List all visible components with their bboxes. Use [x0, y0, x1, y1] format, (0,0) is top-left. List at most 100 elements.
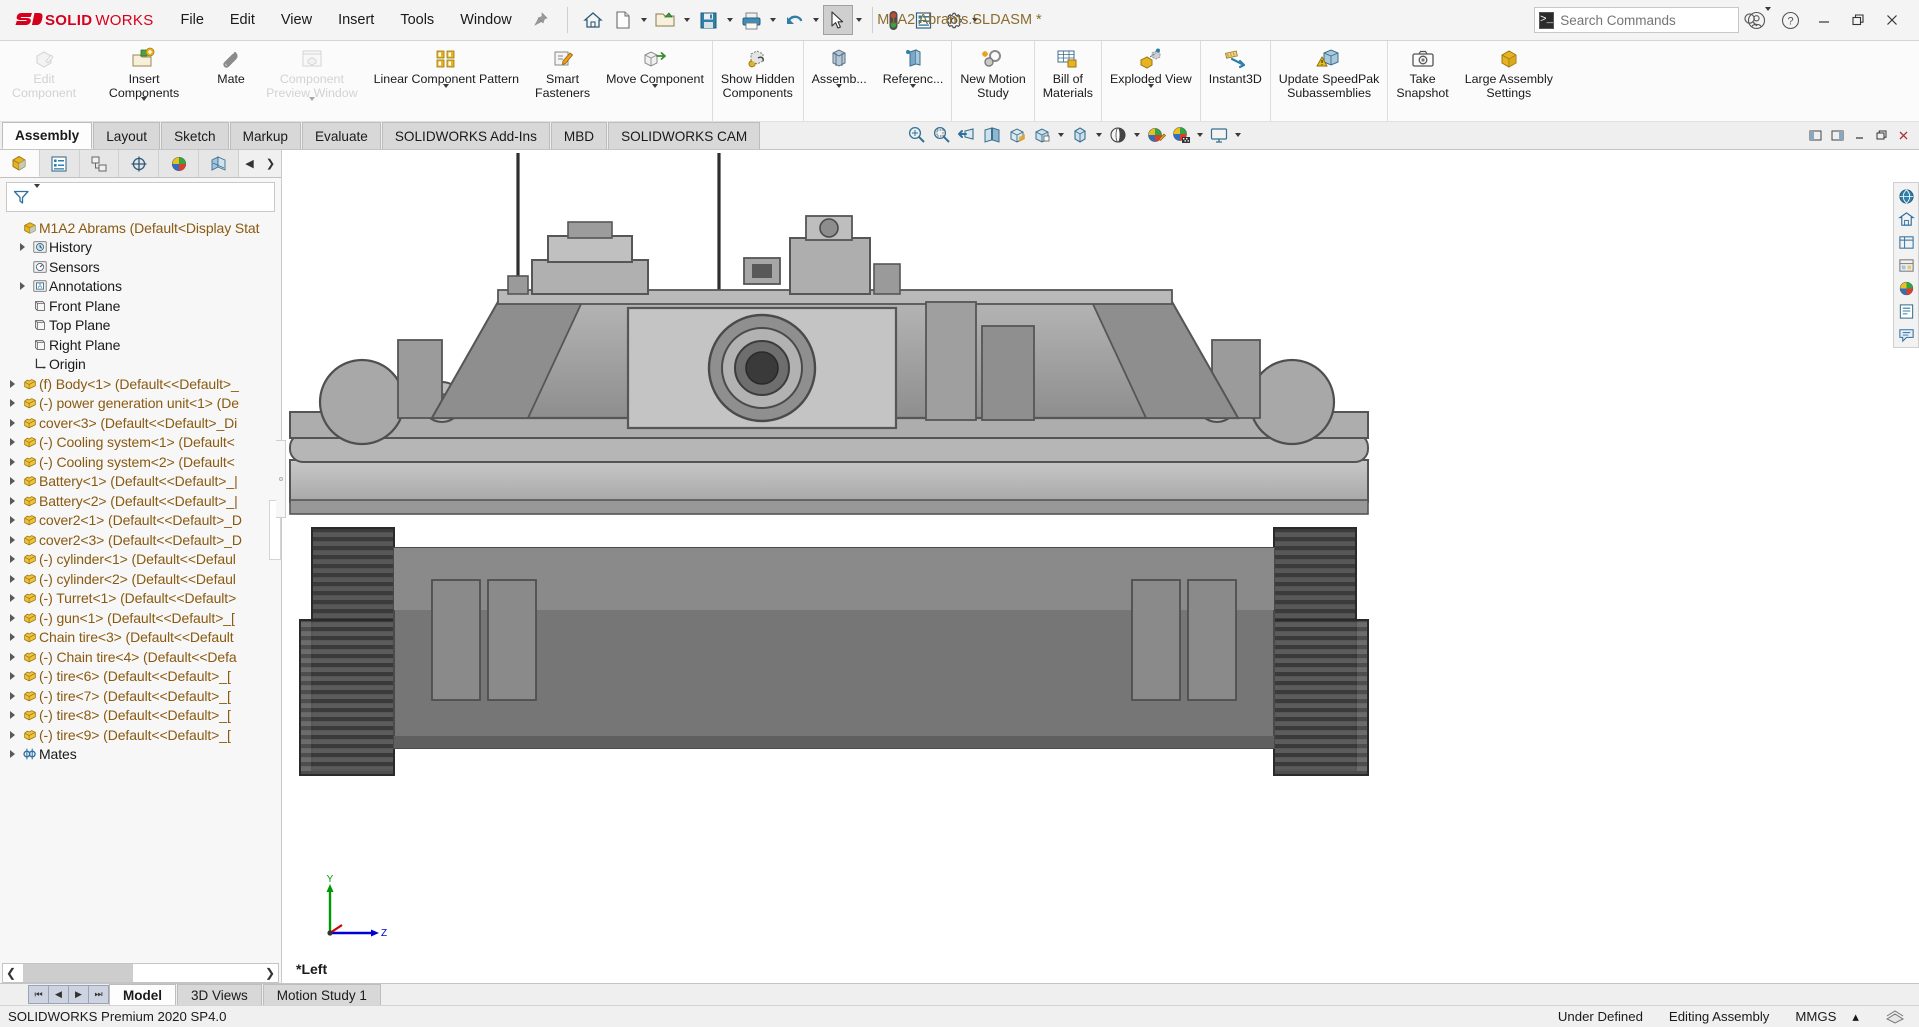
display-style-caret[interactable]	[1055, 124, 1066, 146]
exploded-view-button[interactable]: Exploded View	[1102, 41, 1200, 121]
tree-item-component[interactable]: (-) Cooling system<1> (Default<	[0, 433, 281, 453]
tab-evaluate[interactable]: Evaluate	[301, 122, 381, 150]
minimize-doc-icon[interactable]	[1849, 125, 1869, 146]
exploded-view-caret[interactable]	[1147, 83, 1154, 106]
tree-item-right-plane[interactable]: Right Plane	[0, 335, 281, 355]
tree-expand-component[interactable]	[4, 399, 20, 408]
restore-doc-icon[interactable]	[1871, 125, 1891, 146]
insert-components-caret[interactable]	[141, 97, 148, 119]
tree-expand-history[interactable]	[14, 243, 30, 252]
menu-view[interactable]: View	[268, 0, 325, 40]
view-settings-icon[interactable]	[1207, 124, 1230, 146]
tab-layout[interactable]: Layout	[93, 122, 161, 150]
apply-scene-alt-icon[interactable]	[1169, 124, 1192, 146]
tree-expand-component[interactable]	[4, 633, 20, 642]
tree-item-component[interactable]: (-) cylinder<1> (Default<<Defaul	[0, 550, 281, 570]
menu-window[interactable]: Window	[447, 0, 525, 40]
select-cursor-icon[interactable]	[822, 5, 853, 35]
open-caret[interactable]	[681, 5, 694, 35]
tree-item-history[interactable]: History	[0, 238, 281, 258]
tree-expand-component[interactable]	[4, 691, 20, 700]
reference-geometry-button[interactable]: Referenc...	[875, 41, 952, 121]
tree-expand-component[interactable]	[4, 672, 20, 681]
tree-item-component[interactable]: (-) cylinder<2> (Default<<Defaul	[0, 569, 281, 589]
zoom-to-area-icon[interactable]	[930, 124, 953, 146]
configuration-manager-tab[interactable]	[79, 150, 120, 178]
tree-item-component[interactable]: (-) tire<8> (Default<<Default>_[	[0, 706, 281, 726]
tree-item-top-plane[interactable]: Top Plane	[0, 316, 281, 336]
tree-item-component[interactable]: cover2<1> (Default<<Default>_D	[0, 511, 281, 531]
tile-right-icon[interactable]	[1827, 125, 1847, 146]
tree-expand-component[interactable]	[4, 574, 20, 583]
linear-component-pattern-button[interactable]: Linear Component Pattern	[366, 41, 527, 121]
tabnav-prev[interactable]: ◀	[48, 985, 69, 1004]
close-doc-icon[interactable]	[1893, 125, 1913, 146]
tree-expand-component[interactable]	[4, 535, 20, 544]
search-input[interactable]	[1560, 12, 1738, 28]
fm-nav-next[interactable]: ❯	[260, 150, 281, 178]
solidworks-resources-icon[interactable]	[1895, 185, 1917, 207]
hscroll-right-arrow[interactable]: ❯	[262, 966, 278, 980]
tree-item-sensors[interactable]: Sensors	[0, 257, 281, 277]
tree-expand-component[interactable]	[4, 730, 20, 739]
move-component-button[interactable]: Move Component	[598, 41, 712, 121]
instant3d-button[interactable]: Instant3D	[1201, 41, 1270, 121]
large-assembly-settings-button[interactable]: Large Assembly Settings	[1457, 41, 1561, 121]
assembly-features-caret[interactable]	[836, 83, 843, 106]
options-gear-icon[interactable]	[939, 5, 969, 35]
save-caret[interactable]	[724, 5, 737, 35]
linear-pattern-caret[interactable]	[443, 83, 450, 106]
design-library-icon[interactable]	[1895, 208, 1917, 230]
user-account-icon[interactable]	[1739, 0, 1773, 41]
tree-expand-component[interactable]	[4, 438, 20, 447]
component-preview-window-button[interactable]: Component Preview Window	[258, 41, 366, 121]
tabnav-first[interactable]: ⏮	[28, 985, 49, 1004]
restore-window-icon[interactable]	[1841, 0, 1875, 41]
tab-markup[interactable]: Markup	[229, 122, 301, 150]
tree-item-component[interactable]: (-) tire<6> (Default<<Default>_[	[0, 667, 281, 687]
tab-solidworks-cam[interactable]: SOLIDWORKS CAM	[608, 122, 761, 150]
tree-expand-component[interactable]	[4, 711, 20, 720]
edit-appearance-icon[interactable]	[1106, 124, 1129, 146]
select-caret[interactable]	[853, 5, 866, 35]
bottom-tab-motion-study[interactable]: Motion Study 1	[262, 984, 381, 1005]
tab-sketch[interactable]: Sketch	[161, 122, 229, 150]
smart-fasteners-button[interactable]: Smart Fasteners	[527, 41, 598, 121]
take-snapshot-button[interactable]: Take Snapshot	[1388, 41, 1456, 121]
tree-item-component[interactable]: (-) Turret<1> (Default<<Default>	[0, 589, 281, 609]
tree-item-component[interactable]: (-) Cooling system<2> (Default<	[0, 452, 281, 472]
tree-horizontal-scrollbar[interactable]: ❮ ❯	[2, 963, 279, 983]
tree-expand-component[interactable]	[4, 477, 20, 486]
dimxpert-manager-tab[interactable]	[119, 150, 160, 178]
hscroll-track[interactable]	[19, 964, 262, 982]
tab-assembly[interactable]: Assembly	[2, 122, 93, 150]
view-orientation-icon[interactable]	[1005, 124, 1028, 146]
display-style-icon[interactable]	[1030, 124, 1053, 146]
tree-item-origin[interactable]: Origin	[0, 355, 281, 375]
view-settings-caret[interactable]	[1232, 124, 1243, 146]
tree-item-component[interactable]: Chain tire<3> (Default<<Default	[0, 628, 281, 648]
sheet-stack-icon[interactable]	[1885, 1009, 1905, 1025]
mate-button[interactable]: Mate	[204, 41, 258, 121]
tree-expand-component[interactable]	[4, 516, 20, 525]
graphics-viewport[interactable]: Y Z *Left	[282, 150, 1919, 983]
tree-item-root[interactable]: M1A2 Abrams (Default<Display Stat	[0, 218, 281, 238]
tree-item-annotations[interactable]: A Annotations	[0, 277, 281, 297]
appearances-scenes-icon[interactable]	[1895, 277, 1917, 299]
previous-view-icon[interactable]	[955, 124, 978, 146]
tabnav-last[interactable]: ⏭	[88, 985, 109, 1004]
home-icon[interactable]	[578, 5, 608, 35]
tree-item-component[interactable]: (-) tire<7> (Default<<Default>_[	[0, 686, 281, 706]
edit-appearance-caret[interactable]	[1131, 124, 1142, 146]
tree-item-component[interactable]: Battery<2> (Default<<Default>_|	[0, 491, 281, 511]
fm-nav-prev[interactable]: ◀	[239, 150, 260, 178]
status-units[interactable]: MMGS	[1795, 1009, 1836, 1024]
tree-item-mates[interactable]: Mates	[0, 745, 281, 765]
zoom-to-fit-icon[interactable]	[905, 124, 928, 146]
tab-solidworks-add-ins[interactable]: SOLIDWORKS Add-Ins	[381, 122, 550, 150]
assembly-features-button[interactable]: Assemb...	[804, 41, 875, 121]
tree-expand-component[interactable]	[4, 555, 20, 564]
tree-expand-component[interactable]	[4, 613, 20, 622]
new-document-caret[interactable]	[638, 5, 651, 35]
edit-component-button[interactable]: Edit Component	[4, 41, 84, 121]
